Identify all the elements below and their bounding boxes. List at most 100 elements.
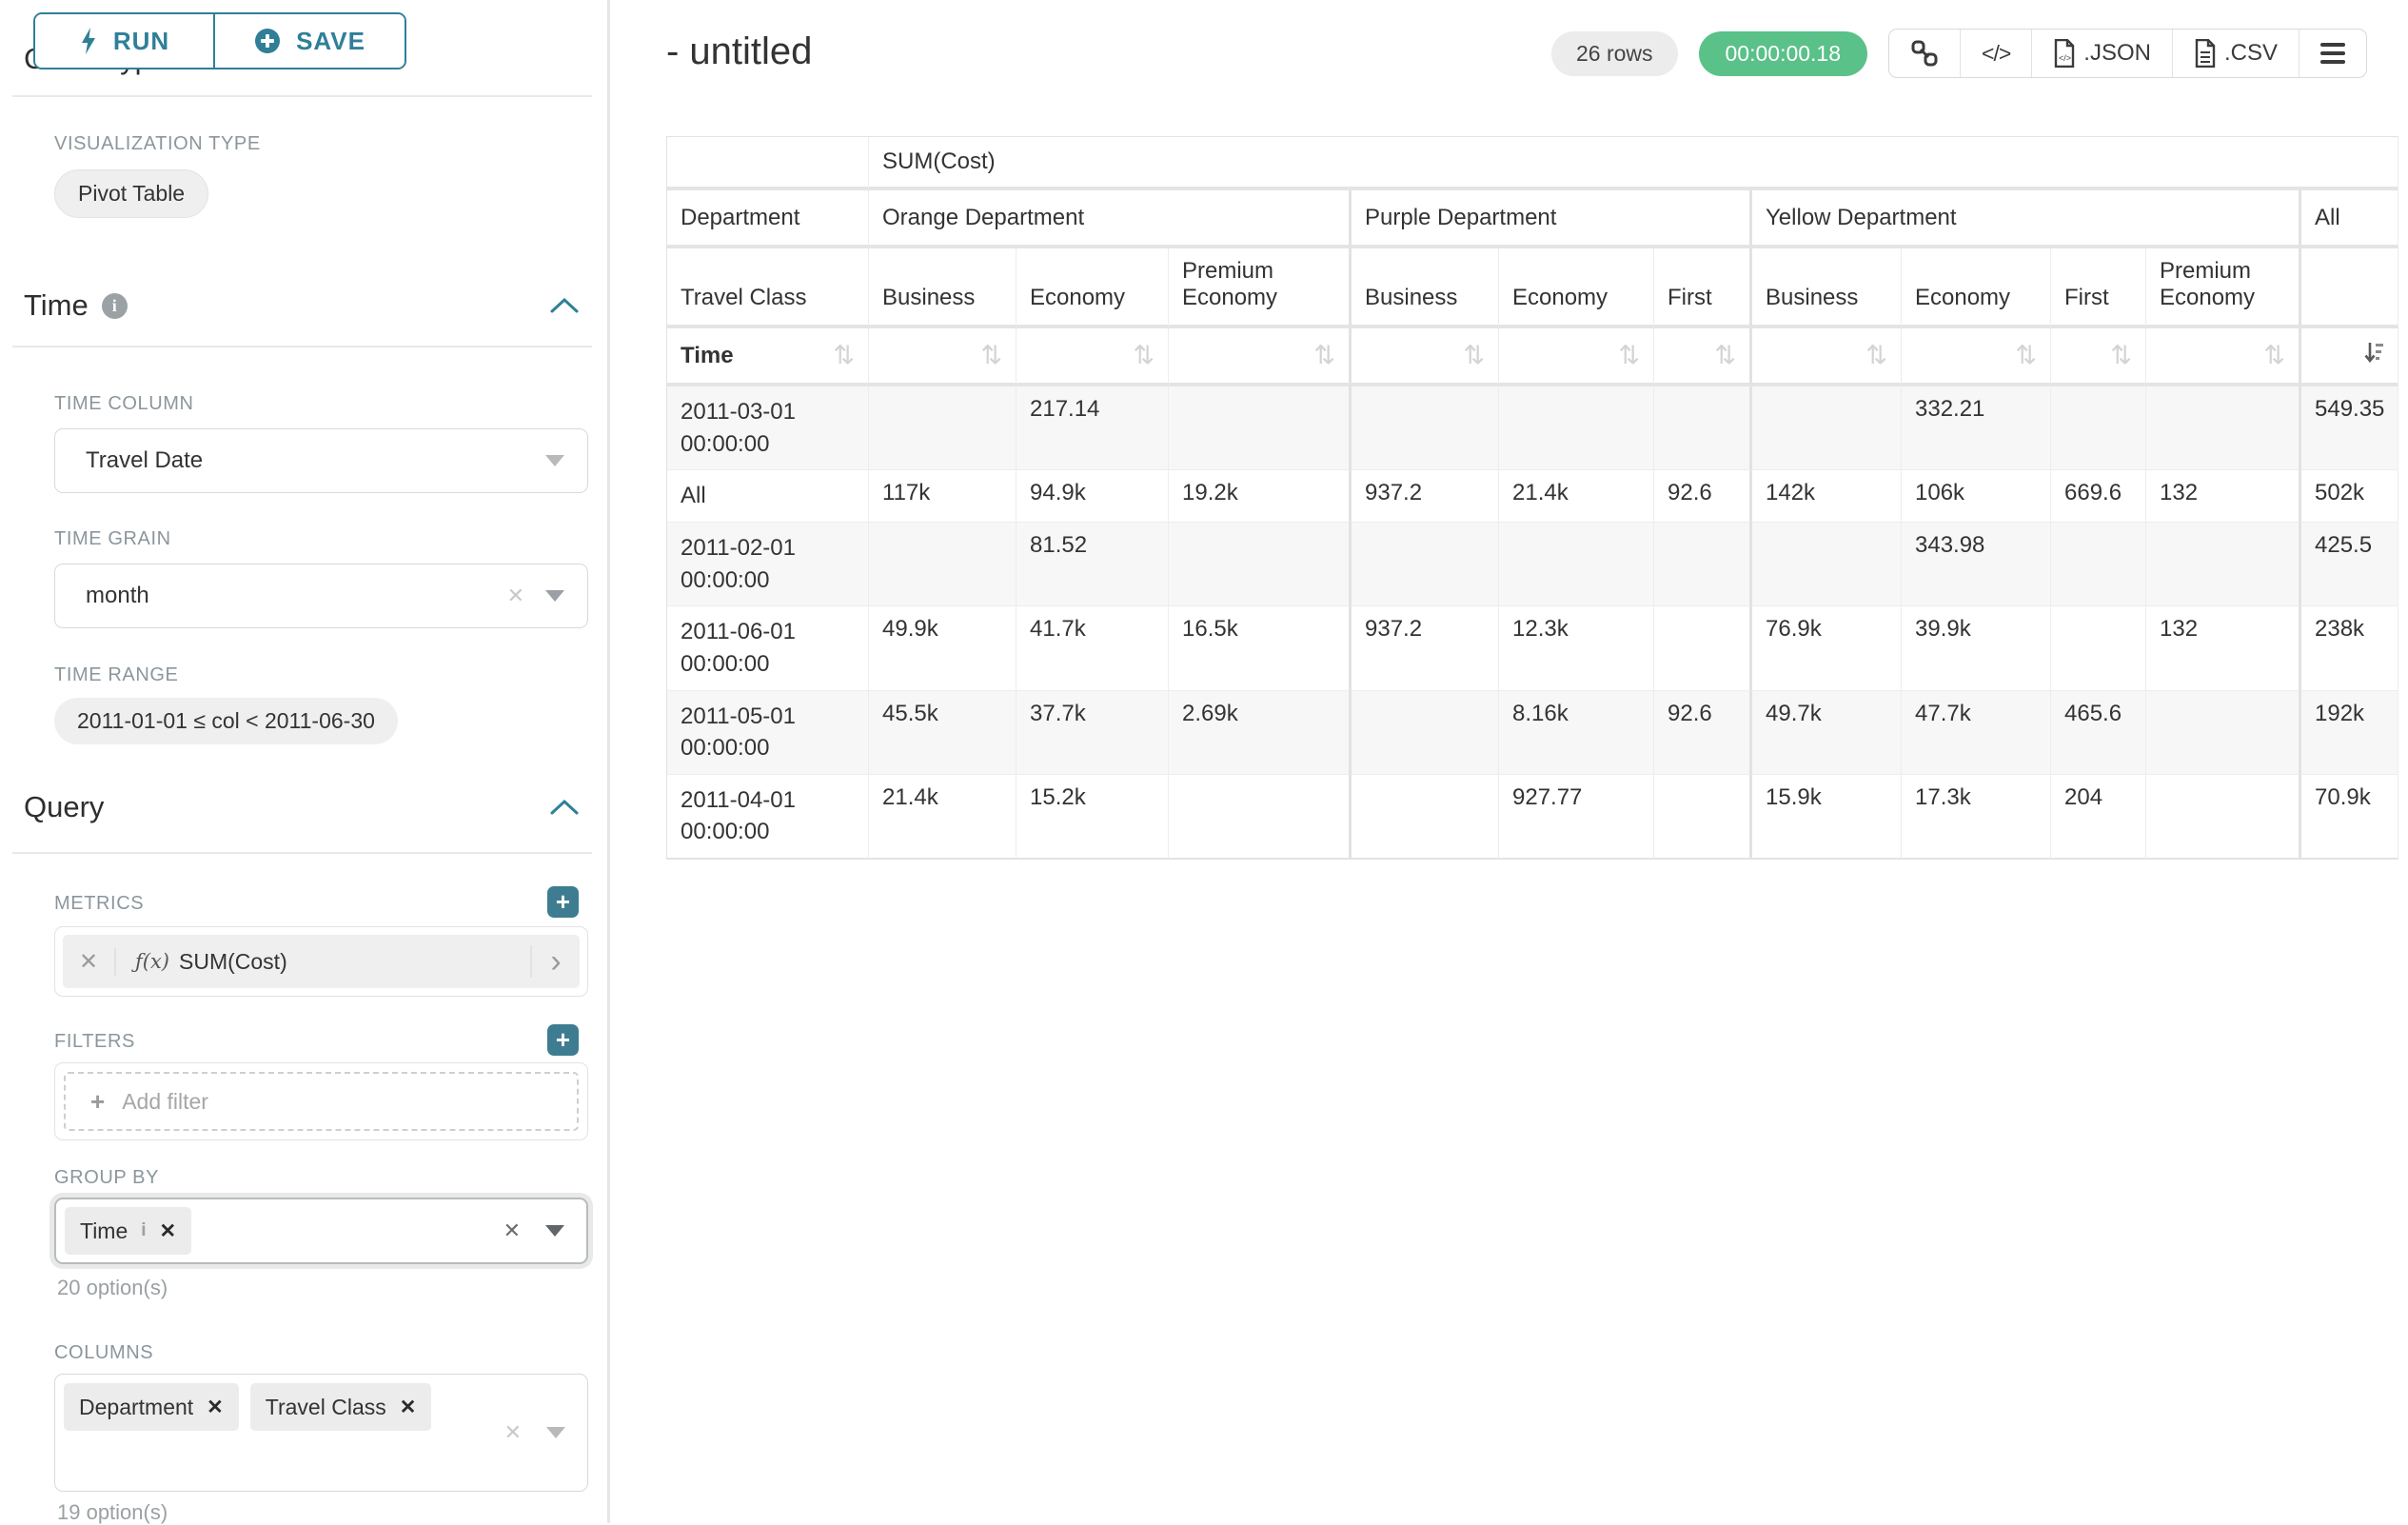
- control-panel: Chart Type RUN SAVE VISUALIZATION TYPE P…: [0, 0, 606, 1523]
- export-json-button[interactable]: </> .JSON: [2032, 30, 2173, 77]
- table-row: 2011-02-01 00:00:0081.52343.98425.5: [667, 523, 2398, 606]
- sort-icon[interactable]: ⇅: [1133, 343, 1155, 368]
- sort-header[interactable]: ⇅: [1499, 328, 1654, 386]
- group-by-select[interactable]: Time i ✕ ✕: [54, 1198, 588, 1264]
- metric-header: SUM(Cost): [869, 137, 2398, 190]
- caret-down-icon[interactable]: [545, 455, 564, 466]
- section-divider: [12, 95, 592, 97]
- sort-header[interactable]: [2301, 328, 2398, 386]
- export-csv-label: .CSV: [2224, 40, 2278, 67]
- value-cell: 937.2: [1352, 470, 1499, 523]
- add-filter-plus-button[interactable]: +: [547, 1024, 579, 1056]
- clear-icon[interactable]: ✕: [504, 1420, 522, 1445]
- row-label-cell: 2011-03-01 00:00:00: [667, 386, 869, 470]
- sort-header[interactable]: ⇅: [1902, 328, 2051, 386]
- copy-link-button[interactable]: [1889, 30, 1961, 77]
- row-label-cell: All: [667, 470, 869, 523]
- sort-header[interactable]: ⇅: [1352, 328, 1499, 386]
- col-group-header: Yellow Department: [1752, 190, 2301, 248]
- panel-resizer[interactable]: [607, 0, 610, 1523]
- value-cell: [1169, 523, 1352, 606]
- chart-title[interactable]: - untitled: [666, 30, 812, 73]
- value-cell: [2051, 386, 2146, 470]
- chevron-right-icon[interactable]: ›: [530, 945, 580, 978]
- sort-header[interactable]: ⇅: [2146, 328, 2301, 386]
- sort-icon[interactable]: ⇅: [1618, 343, 1640, 368]
- col-class-header: Economy: [1499, 248, 1654, 328]
- sort-icon[interactable]: ⇅: [1714, 343, 1736, 368]
- value-cell: 332.21: [1902, 386, 2051, 470]
- sort-icon[interactable]: ⇅: [1313, 343, 1335, 368]
- remove-chip-icon[interactable]: ✕: [160, 1219, 177, 1243]
- sort-header[interactable]: ⇅: [1654, 328, 1752, 386]
- sort-icon[interactable]: ⇅: [2110, 343, 2132, 368]
- remove-chip-icon[interactable]: ✕: [207, 1396, 224, 1419]
- heading-cover: [400, 0, 606, 69]
- metric-chip[interactable]: ✕ ƒ(x) SUM(Cost) ›: [63, 935, 580, 988]
- clear-icon[interactable]: ✕: [507, 584, 524, 608]
- sort-icon[interactable]: ⇅: [980, 343, 1002, 368]
- group-by-chip-time[interactable]: Time i ✕: [65, 1207, 191, 1255]
- sort-header[interactable]: ⇅: [2051, 328, 2146, 386]
- sort-icon[interactable]: ⇅: [833, 343, 855, 368]
- value-cell: 465.6: [2051, 691, 2146, 775]
- value-cell: [1169, 775, 1352, 860]
- remove-metric-icon[interactable]: ✕: [63, 948, 116, 976]
- sort-icon[interactable]: ⇅: [2263, 343, 2285, 368]
- metrics-control: ✕ ƒ(x) SUM(Cost) ›: [54, 926, 588, 997]
- col-class-header: Business: [869, 248, 1016, 328]
- sort-header[interactable]: ⇅: [1752, 328, 1902, 386]
- time-grain-select[interactable]: month ✕: [54, 564, 588, 628]
- sort-header[interactable]: ⇅: [1169, 328, 1352, 386]
- csv-file-icon: [2194, 39, 2217, 68]
- caret-down-icon[interactable]: [545, 590, 564, 602]
- sort-header[interactable]: ⇅: [869, 328, 1016, 386]
- value-cell: 669.6: [2051, 470, 2146, 523]
- add-metric-button[interactable]: +: [547, 886, 579, 918]
- visualization-type-value[interactable]: Pivot Table: [54, 169, 208, 218]
- sort-icon[interactable]: ⇅: [1865, 343, 1887, 368]
- menu-button[interactable]: [2299, 30, 2366, 77]
- run-button[interactable]: RUN: [35, 14, 215, 68]
- export-button-group: </> </> .JSON .CSV: [1888, 29, 2367, 78]
- lightning-icon: [79, 27, 98, 55]
- value-cell: 37.7k: [1016, 691, 1169, 775]
- time-column-select[interactable]: Travel Date: [54, 428, 588, 493]
- remove-chip-icon[interactable]: ✕: [400, 1396, 417, 1419]
- metrics-label: METRICS: [54, 893, 144, 915]
- sort-header[interactable]: ⇅: [1016, 328, 1169, 386]
- value-cell: 92.6: [1654, 470, 1752, 523]
- run-label: RUN: [113, 27, 169, 56]
- time-range-value[interactable]: 2011-01-01 ≤ col < 2011-06-30: [54, 698, 398, 744]
- columns-chip-department[interactable]: Department ✕: [64, 1383, 239, 1431]
- value-cell: 217.14: [1016, 386, 1169, 470]
- clear-icon[interactable]: ✕: [503, 1218, 521, 1243]
- columns-select[interactable]: Department ✕ Travel Class ✕ ✕: [54, 1374, 588, 1492]
- sort-icon[interactable]: ⇅: [2015, 343, 2037, 368]
- value-cell: [1352, 775, 1499, 860]
- plus-icon: +: [90, 1087, 105, 1117]
- caret-down-icon[interactable]: [545, 1225, 564, 1237]
- col-group-header: All: [2301, 190, 2398, 248]
- embed-code-button[interactable]: </>: [1961, 30, 2032, 77]
- caret-down-icon[interactable]: [546, 1427, 565, 1438]
- save-button[interactable]: SAVE: [215, 14, 405, 68]
- value-cell: [1499, 386, 1654, 470]
- add-filter-button[interactable]: + Add filter: [64, 1072, 579, 1131]
- value-cell: [2146, 523, 2301, 606]
- function-icon: ƒ(x): [135, 950, 169, 973]
- export-csv-button[interactable]: .CSV: [2173, 30, 2299, 77]
- corner-cell: [667, 137, 869, 190]
- sort-desc-active-icon[interactable]: [2364, 341, 2384, 370]
- query-timer-badge: 00:00:00.18: [1699, 31, 1868, 76]
- collapse-chevron-up-icon[interactable]: [548, 797, 581, 818]
- pivot-table: SUM(Cost)DepartmentOrange DepartmentPurp…: [666, 136, 2398, 860]
- collapse-chevron-up-icon[interactable]: [548, 295, 581, 316]
- columns-chip-travel-class[interactable]: Travel Class ✕: [250, 1383, 432, 1431]
- value-cell: [1654, 606, 1752, 690]
- value-cell: 927.77: [1499, 775, 1654, 860]
- sort-icon[interactable]: ⇅: [1463, 343, 1485, 368]
- row-axis-header[interactable]: Time⇅: [667, 328, 869, 386]
- filters-label: FILTERS: [54, 1031, 135, 1053]
- table-row: 2011-04-01 00:00:0021.4k15.2k927.7715.9k…: [667, 775, 2398, 860]
